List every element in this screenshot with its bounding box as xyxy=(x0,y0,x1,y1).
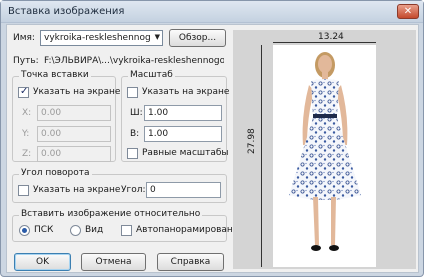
view-label: Вид xyxy=(85,225,104,235)
width-scale-field[interactable]: 1.00 xyxy=(144,105,222,121)
rotation-title: Угол поворота xyxy=(19,168,92,178)
view-radio[interactable] xyxy=(70,225,81,236)
dialog-client: Имя: vykroika-reskleshennogo-pl ▼ Обзор.… xyxy=(6,24,419,273)
relative-title: Вставить изображение относительно xyxy=(19,209,203,219)
angle-field[interactable]: 0 xyxy=(146,182,221,198)
image-preview: 13.24 27.98 xyxy=(233,30,416,269)
height-scale-label: В: xyxy=(130,129,140,139)
ok-button[interactable]: OK xyxy=(14,253,71,271)
rotation-onscreen-label: Указать на экране xyxy=(33,185,121,195)
x-field[interactable]: 0.00 xyxy=(37,105,111,121)
dialog-title: Вставка изображения xyxy=(8,6,125,17)
height-scale-field[interactable]: 1.00 xyxy=(144,126,222,142)
preview-width-dimension-line xyxy=(273,42,376,43)
ucs-label: ПСК xyxy=(34,225,54,235)
scale-onscreen-checkbox[interactable] xyxy=(127,87,138,98)
help-button[interactable]: Справка xyxy=(157,253,224,271)
title-bar[interactable]: Вставка изображения ✕ xyxy=(1,1,423,23)
rotation-onscreen-checkbox[interactable] xyxy=(18,185,29,196)
path-value: F:\ЭЛЬВИРА\...\vykroika-reskleshennogo-p… xyxy=(44,56,224,66)
dress-photo-image xyxy=(289,52,361,251)
name-label: Имя: xyxy=(13,33,35,43)
autopan-label: Автопанорамирование xyxy=(136,225,245,235)
width-scale-label: Ш: xyxy=(130,108,143,118)
preview-photo xyxy=(273,45,376,267)
y-field[interactable]: 0.00 xyxy=(37,126,111,142)
insert-point-onscreen-label: Указать на экране xyxy=(33,87,121,97)
path-label: Путь: xyxy=(13,56,39,66)
x-label: X: xyxy=(22,108,32,118)
ucs-radio[interactable] xyxy=(19,225,30,236)
scale-title: Масштаб xyxy=(128,70,175,80)
y-label: Y: xyxy=(22,129,30,139)
relative-group: Вставить изображение относительно ПСК Ви… xyxy=(12,209,244,242)
insert-image-dialog: Вставка изображения ✕ Имя: vykroika-resk… xyxy=(0,0,424,277)
chevron-down-icon: ▼ xyxy=(154,33,160,41)
insert-point-onscreen-checkbox[interactable] xyxy=(18,86,29,98)
close-icon: ✕ xyxy=(403,6,413,17)
close-button[interactable]: ✕ xyxy=(397,4,419,19)
z-field[interactable]: 0.00 xyxy=(37,146,111,162)
browse-button[interactable]: Обзор... xyxy=(169,29,226,47)
uniform-scale-checkbox[interactable] xyxy=(127,148,138,159)
insert-point-title: Точка вставки xyxy=(19,70,91,80)
preview-width-value: 13.24 xyxy=(318,32,344,42)
z-label: Z: xyxy=(22,149,32,159)
uniform-scale-label: Равные масштабы xyxy=(142,148,229,158)
angle-label: Угол: xyxy=(121,185,146,195)
name-combobox[interactable]: vykroika-reskleshennogo-pl ▼ xyxy=(40,30,163,46)
rotation-group: Угол поворота Указать на экране Угол: 0 xyxy=(12,168,227,203)
scale-group: Масштаб Указать на экране Ш: 1.00 В: 1.0… xyxy=(121,70,230,162)
scale-onscreen-label: Указать на экране xyxy=(142,87,230,97)
cancel-button[interactable]: Отмена xyxy=(81,253,146,271)
preview-height-dimension-line xyxy=(261,45,262,267)
autopan-checkbox[interactable] xyxy=(121,225,132,236)
preview-height-value: 27.98 xyxy=(247,128,257,154)
name-combobox-value: vykroika-reskleshennogo-pl xyxy=(44,33,150,43)
insert-point-group: Точка вставки Указать на экране X: 0.00 … xyxy=(12,70,120,162)
